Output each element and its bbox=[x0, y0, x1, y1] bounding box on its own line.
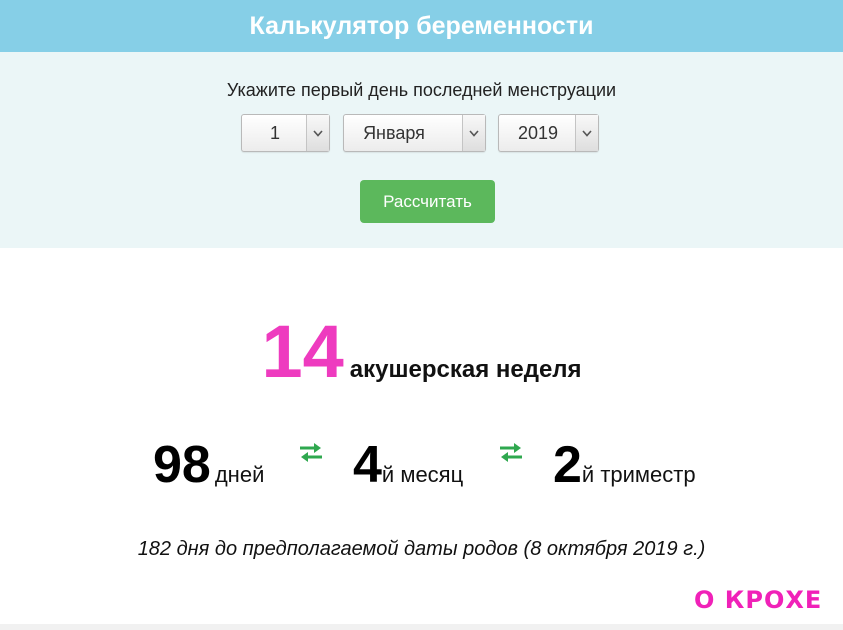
day-select[interactable]: 1 bbox=[241, 114, 330, 152]
brand-logo: О КРОХЕ bbox=[694, 586, 823, 614]
swap-arrows-icon bbox=[297, 440, 325, 464]
chevron-down-icon[interactable] bbox=[306, 115, 329, 151]
page-title: Калькулятор беременности bbox=[249, 11, 594, 40]
app-header: Калькулятор беременности bbox=[0, 0, 843, 52]
month-stat: 4й месяц bbox=[353, 435, 463, 495]
days-stat: 98 дней bbox=[153, 435, 264, 495]
trimester-stat: 2й триместр bbox=[553, 435, 696, 495]
week-label: акушерская неделя bbox=[349, 356, 582, 383]
date-prompt: Укажите первый день последней менструаци… bbox=[226, 80, 617, 100]
week-number: 14 bbox=[261, 310, 344, 393]
due-date-text: 182 дня до предполагаемой даты родов (8 … bbox=[137, 538, 706, 560]
date-input-panel: Укажите первый день последней менструаци… bbox=[0, 52, 843, 248]
month-label: й месяц bbox=[381, 462, 464, 487]
trimester-value: 2 bbox=[553, 436, 582, 494]
month-select-value: Января bbox=[363, 122, 425, 143]
month-value: 4 bbox=[353, 436, 382, 494]
swap-arrows-icon bbox=[497, 440, 525, 464]
month-select[interactable]: Января bbox=[343, 114, 486, 152]
pregnancy-week: 14 акушерская неделя bbox=[0, 312, 843, 392]
year-select[interactable]: 2019 bbox=[498, 114, 599, 152]
trimester-label: й триместр bbox=[581, 462, 696, 487]
days-label: дней bbox=[214, 462, 265, 487]
chevron-down-icon[interactable] bbox=[462, 115, 485, 151]
year-select-value: 2019 bbox=[517, 122, 559, 143]
chevron-down-icon[interactable] bbox=[575, 115, 598, 151]
calculate-button[interactable]: Рассчитать bbox=[360, 180, 495, 223]
day-select-value: 1 bbox=[269, 122, 280, 143]
bottom-divider bbox=[0, 624, 843, 630]
days-value: 98 bbox=[153, 436, 211, 494]
